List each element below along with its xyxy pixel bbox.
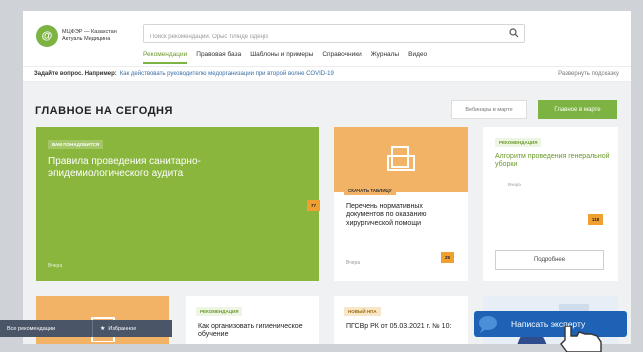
card-title: Перечень нормативных документов по оказа… bbox=[346, 203, 427, 227]
view-count-badge: 77 bbox=[307, 200, 320, 211]
star-icon: ★ bbox=[100, 326, 106, 332]
chat-bubble-icon bbox=[479, 316, 497, 333]
favorites-button[interactable]: ★ Избранное bbox=[93, 320, 172, 337]
nav-tab-recommendations[interactable]: Рекомендации bbox=[143, 51, 188, 64]
search-box bbox=[143, 24, 525, 46]
logo-line-1: МЦФЭР — Казахстан bbox=[62, 29, 117, 35]
card-hygiene-training[interactable]: РЕКОМЕНДАЦИЯ Как организовать гигиеничес… bbox=[186, 296, 319, 344]
webinars-button[interactable]: Вебинары в марте bbox=[451, 100, 527, 119]
card-date: Вчера bbox=[508, 182, 521, 187]
quick-question-label: Задайте вопрос. Например: bbox=[34, 71, 117, 77]
card-badge: РЕКОМЕНДАЦИЯ bbox=[196, 307, 243, 316]
card-badge: СКАЧАТЬ ТАБЛИЦУ bbox=[344, 186, 396, 195]
nav-tab-legal-base[interactable]: Правовая база bbox=[196, 51, 241, 64]
search-icon[interactable] bbox=[509, 28, 519, 38]
quick-question-link[interactable]: Как действовать руководителю медорганиза… bbox=[120, 71, 334, 77]
card-image bbox=[334, 127, 468, 192]
main-content: ГЛАВНОЕ НА СЕГОДНЯ Вебинары в марте Глав… bbox=[23, 82, 631, 344]
all-recommendations-button[interactable]: Все рекомендации bbox=[0, 320, 93, 337]
main-nav: Рекомендации Правовая база Шаблоны и при… bbox=[143, 51, 427, 64]
app-window: @ МЦФЭР — Казахстан Актуаль Медицина Рек… bbox=[23, 11, 631, 344]
quick-question-bar: Задайте вопрос. Например: Как действоват… bbox=[23, 67, 631, 82]
logo[interactable]: @ МЦФЭР — Казахстан Актуаль Медицина bbox=[36, 25, 117, 47]
nav-tab-templates[interactable]: Шаблоны и примеры bbox=[250, 51, 313, 64]
nav-tab-video[interactable]: Видео bbox=[408, 51, 427, 64]
card-new-npa[interactable]: НОВЫЙ НПА ПГСВр РК от 05.03.2021 г. № 10… bbox=[334, 296, 468, 344]
card-title: Как организовать гигиеническое обучение bbox=[198, 323, 303, 339]
card-date: Вчера bbox=[346, 260, 361, 266]
header: @ МЦФЭР — Казахстан Актуаль Медицина Рек… bbox=[23, 11, 631, 67]
main-in-march-button[interactable]: Главное в марте bbox=[538, 100, 617, 119]
more-button[interactable]: Подробнее bbox=[495, 250, 604, 270]
logo-mark-icon: @ bbox=[36, 25, 58, 47]
section-title: ГЛАВНОЕ НА СЕГОДНЯ bbox=[35, 105, 173, 117]
document-icon bbox=[387, 146, 415, 171]
nav-tab-references[interactable]: Справочники bbox=[322, 51, 361, 64]
card-date: Вчера bbox=[48, 263, 63, 269]
card-title: ПГСВр РК от 05.03.2021 г. № 10: bbox=[346, 323, 452, 330]
search-input[interactable] bbox=[144, 28, 494, 46]
nav-tab-journals[interactable]: Журналы bbox=[371, 51, 399, 64]
card-title: Правила проведения санитарно-эпидемиолог… bbox=[48, 156, 201, 179]
card-general-cleaning[interactable]: РЕКОМЕНДАЦИЯ Алгоритм проведения генерал… bbox=[483, 127, 618, 281]
logo-line-2: Актуаль Медицина bbox=[62, 36, 111, 42]
card-title: Алгоритм проведения генеральной уборки bbox=[495, 153, 610, 169]
card-surgical-docs[interactable]: СКАЧАТЬ ТАБЛИЦУ Перечень нормативных док… bbox=[334, 127, 468, 281]
view-count-badge: 25 bbox=[441, 252, 454, 263]
card-badge: НОВЫЙ НПА bbox=[344, 307, 381, 316]
card-badge: РЕКОМЕНДАЦИЯ bbox=[495, 138, 542, 147]
favorites-label: Избранное bbox=[108, 325, 137, 332]
view-count-badge: 118 bbox=[588, 214, 603, 225]
card-badge: ВАМ ПОНАДОБИТСЯ bbox=[48, 140, 104, 149]
pointing-hand-icon bbox=[560, 326, 602, 352]
bottom-toolbar: Все рекомендации ★ Избранное bbox=[0, 320, 172, 337]
expand-hint-link[interactable]: Развернуть подсказку bbox=[558, 71, 619, 77]
card-sanitary-audit[interactable]: ВАМ ПОНАДОБИТСЯ Правила проведения санит… bbox=[36, 127, 320, 281]
